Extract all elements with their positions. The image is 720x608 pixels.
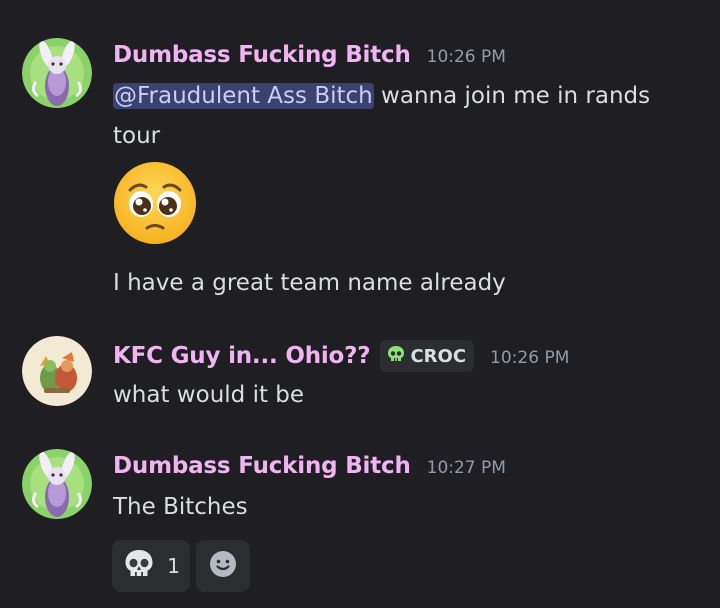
chat-message-list: Dumbass Fucking Bitch 10:26 PM @Fraudule… [0, 0, 720, 608]
message-text: The Bitches [113, 494, 248, 520]
reactions-bar: 1 [112, 540, 250, 592]
message-text: I have a great team name already [113, 270, 506, 296]
timestamp[interactable]: 10:26 PM [427, 47, 506, 67]
reaction-skull[interactable]: 1 [112, 540, 190, 592]
message-header: KFC Guy in... Ohio?? CROC 10:26 PM [113, 340, 569, 372]
add-reaction-icon [208, 549, 238, 583]
avatar[interactable] [22, 449, 92, 519]
message-text: @Fraudulent Ass Bitch wanna join me in r… [113, 76, 703, 156]
username[interactable]: Dumbass Fucking Bitch [113, 453, 411, 479]
message-header: Dumbass Fucking Bitch 10:27 PM [113, 453, 506, 479]
avatar[interactable] [22, 336, 92, 406]
avatar-image [22, 449, 92, 519]
message-text-fragment: tour [113, 123, 161, 149]
message-header: Dumbass Fucking Bitch 10:26 PM [113, 42, 506, 68]
message-text: what would it be [113, 382, 305, 408]
skull-icon [386, 344, 406, 369]
username[interactable]: KFC Guy in... Ohio?? [113, 343, 371, 369]
username[interactable]: Dumbass Fucking Bitch [113, 42, 411, 68]
user-mention[interactable]: @Fraudulent Ass Bitch [113, 83, 374, 109]
skull-icon [122, 547, 156, 585]
avatar-image [22, 38, 92, 108]
add-reaction-button[interactable] [196, 540, 250, 592]
guild-tag-label: CROC [410, 345, 467, 367]
pleading-face-emoji[interactable] [112, 160, 198, 246]
message-text-fragment: wanna join me in rands [373, 83, 651, 109]
avatar[interactable] [22, 38, 92, 108]
avatar-image [22, 336, 92, 406]
reaction-count: 1 [167, 554, 180, 578]
timestamp[interactable]: 10:26 PM [490, 348, 569, 368]
timestamp[interactable]: 10:27 PM [427, 458, 506, 478]
guild-tag[interactable]: CROC [380, 340, 475, 372]
